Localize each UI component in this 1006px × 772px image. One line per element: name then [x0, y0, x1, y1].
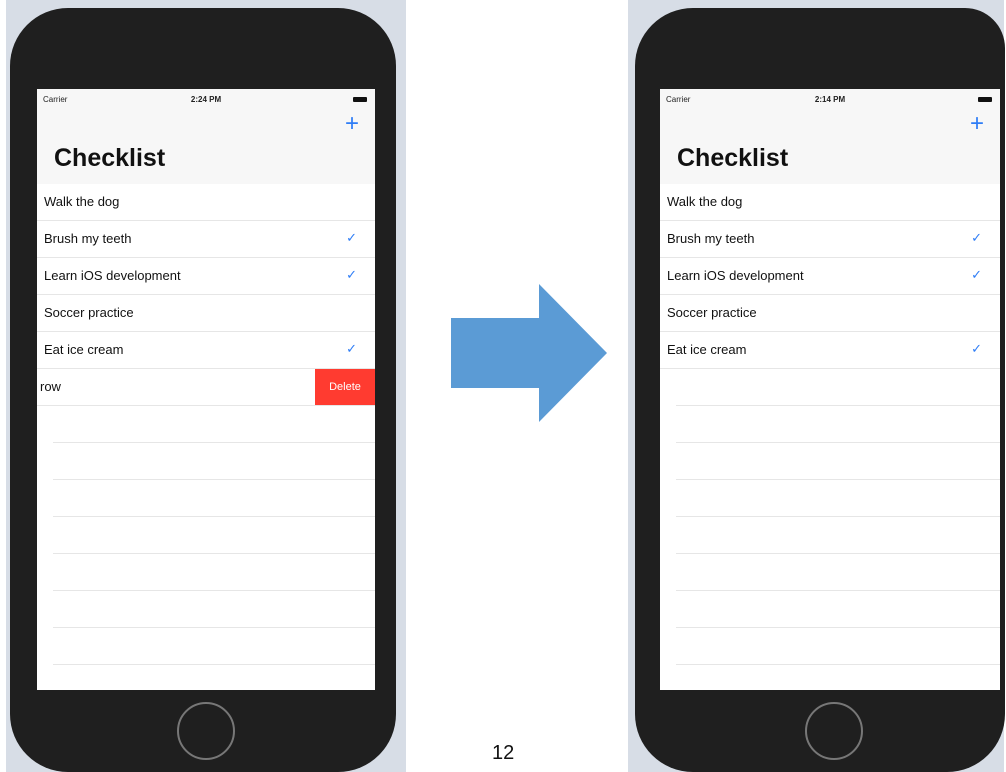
row-label: w row — [37, 379, 61, 394]
phone-before: Carrier 2:24 PM + Checklist Walk the dog… — [10, 8, 396, 772]
empty-row — [676, 517, 1000, 554]
table-row[interactable]: Soccer practice — [37, 295, 375, 332]
table-row[interactable]: Learn iOS development ✓ — [660, 258, 1000, 295]
checkmark-icon: ✓ — [346, 230, 357, 245]
status-time: 2:14 PM — [814, 95, 846, 104]
empty-row — [676, 406, 1000, 443]
empty-row — [53, 517, 375, 554]
table-row[interactable]: Brush my teeth ✓ — [660, 221, 1000, 258]
empty-row — [53, 443, 375, 480]
swiped-table-row[interactable]: w row Delete — [37, 369, 375, 406]
home-button[interactable] — [177, 702, 235, 760]
empty-row — [676, 665, 1000, 690]
empty-row — [53, 628, 375, 665]
delete-button[interactable]: Delete — [315, 369, 375, 405]
battery-icon — [353, 97, 367, 102]
phone-screen: Carrier 2:24 PM + Checklist Walk the dog… — [37, 89, 375, 690]
row-label: Soccer practice — [44, 305, 134, 320]
checkmark-icon: ✓ — [346, 267, 357, 282]
row-label: Brush my teeth — [44, 231, 132, 246]
row-label: Walk the dog — [667, 194, 743, 209]
empty-row — [676, 591, 1000, 628]
empty-row — [53, 406, 375, 443]
page-title: Checklist — [677, 144, 789, 172]
table-row[interactable]: Walk the dog — [37, 184, 375, 221]
checklist-table: Walk the dog Brush my teeth ✓ Learn iOS … — [37, 184, 375, 690]
row-label: Brush my teeth — [667, 231, 755, 246]
page-title: Checklist — [54, 144, 166, 172]
add-item-button[interactable]: + — [345, 112, 359, 136]
row-label: Walk the dog — [44, 194, 120, 209]
checkmark-icon: ✓ — [971, 267, 982, 282]
empty-row — [53, 480, 375, 517]
checkmark-icon: ✓ — [971, 341, 982, 356]
arrow-right-icon — [451, 284, 607, 422]
empty-row — [676, 443, 1000, 480]
phone-screen: Carrier 2:14 PM + Checklist Walk the dog… — [660, 89, 1000, 690]
status-bar: Carrier 2:14 PM — [666, 95, 994, 107]
table-row[interactable]: Soccer practice — [660, 295, 1000, 332]
row-label: Eat ice cream — [44, 342, 124, 357]
add-item-button[interactable]: + — [970, 112, 984, 136]
empty-row — [53, 591, 375, 628]
row-label: Learn iOS development — [667, 268, 804, 283]
checkmark-icon: ✓ — [971, 230, 982, 245]
page-number: 12 — [492, 742, 515, 764]
empty-row — [676, 554, 1000, 591]
table-row[interactable]: Walk the dog — [660, 184, 1000, 221]
empty-row — [53, 554, 375, 591]
empty-row — [53, 665, 375, 690]
phone-after: Carrier 2:14 PM + Checklist Walk the dog… — [635, 8, 1005, 772]
table-row[interactable]: Eat ice cream ✓ — [37, 332, 375, 369]
table-row[interactable]: Eat ice cream ✓ — [660, 332, 1000, 369]
status-time: 2:24 PM — [190, 95, 222, 104]
checkmark-icon: ✓ — [346, 341, 357, 356]
battery-icon — [978, 97, 992, 102]
table-row[interactable]: Learn iOS development ✓ — [37, 258, 375, 295]
row-label: Soccer practice — [667, 305, 757, 320]
table-row[interactable]: Brush my teeth ✓ — [37, 221, 375, 258]
empty-row — [676, 480, 1000, 517]
status-bar: Carrier 2:24 PM — [43, 95, 369, 107]
row-label: Learn iOS development — [44, 268, 181, 283]
home-button[interactable] — [805, 702, 863, 760]
checklist-table: Walk the dog Brush my teeth ✓ Learn iOS … — [660, 184, 1000, 690]
empty-row — [676, 369, 1000, 406]
row-label: Eat ice cream — [667, 342, 747, 357]
empty-row — [676, 628, 1000, 665]
